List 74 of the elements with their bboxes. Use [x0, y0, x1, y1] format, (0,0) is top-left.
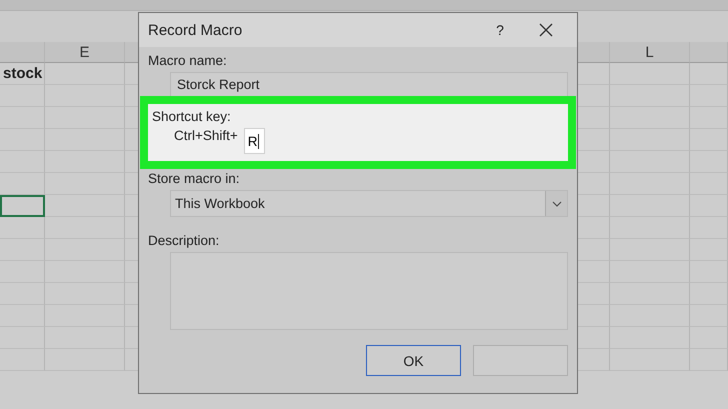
column-header[interactable] — [690, 42, 728, 63]
table-cell[interactable] — [690, 63, 728, 85]
shortcut-prefix: Ctrl+Shift+ — [174, 128, 238, 143]
table-cell[interactable] — [45, 283, 125, 305]
table-cell[interactable] — [610, 305, 690, 327]
table-cell[interactable] — [45, 261, 125, 283]
selected-cell[interactable] — [0, 195, 45, 217]
table-cell[interactable] — [690, 129, 728, 151]
macro-name-field[interactable]: Storck Report — [170, 72, 568, 97]
table-cell[interactable] — [45, 85, 125, 107]
table-cell[interactable] — [0, 151, 45, 173]
table-cell[interactable] — [45, 107, 125, 129]
table-cell[interactable] — [45, 151, 125, 173]
table-cell[interactable] — [0, 129, 45, 151]
table-cell[interactable] — [610, 283, 690, 305]
table-cell[interactable] — [610, 327, 690, 349]
table-cell[interactable] — [690, 283, 728, 305]
table-cell[interactable] — [690, 151, 728, 173]
table-cell[interactable] — [690, 195, 728, 217]
table-cell[interactable] — [0, 283, 45, 305]
dialog-title: Record Macro — [148, 22, 244, 38]
table-cell[interactable] — [45, 305, 125, 327]
field-label: Shortcut key: — [152, 109, 231, 124]
table-cell[interactable] — [610, 63, 690, 85]
table-cell[interactable] — [0, 261, 45, 283]
close-icon[interactable] — [539, 23, 553, 37]
table-cell[interactable] — [0, 349, 45, 371]
table-cell[interactable] — [0, 217, 45, 239]
table-cell[interactable] — [690, 85, 728, 107]
table-cell[interactable] — [0, 173, 45, 195]
field-label: Store macro in: — [148, 171, 240, 186]
table-cell[interactable] — [45, 63, 125, 85]
table-cell[interactable] — [45, 173, 125, 195]
table-cell[interactable] — [690, 305, 728, 327]
store-macro-dropdown[interactable]: This Workbook — [170, 190, 568, 217]
table-cell[interactable] — [690, 107, 728, 129]
table-cell[interactable] — [690, 261, 728, 283]
table-cell[interactable] — [610, 239, 690, 261]
table-cell[interactable] — [0, 85, 45, 107]
table-cell[interactable] — [610, 173, 690, 195]
table-cell[interactable] — [45, 195, 125, 217]
table-cell[interactable] — [45, 129, 125, 151]
table-cell[interactable] — [0, 327, 45, 349]
table-cell[interactable] — [610, 217, 690, 239]
table-cell[interactable] — [610, 129, 690, 151]
table-cell[interactable] — [0, 107, 45, 129]
table-cell[interactable] — [45, 217, 125, 239]
help-button[interactable]: ? — [485, 22, 515, 38]
table-cell[interactable] — [690, 327, 728, 349]
table-cell[interactable] — [690, 349, 728, 371]
shortcut-key-field[interactable]: R — [244, 128, 265, 154]
table-cell[interactable] — [45, 327, 125, 349]
column-header[interactable]: L — [610, 42, 690, 63]
column-header[interactable]: E — [45, 42, 125, 63]
dialog-button[interactable] — [473, 345, 568, 376]
field-label: Macro name: — [148, 53, 227, 68]
table-cell[interactable] — [690, 217, 728, 239]
table-cell[interactable] — [690, 239, 728, 261]
ok-button[interactable]: OK — [366, 345, 461, 376]
table-cell[interactable] — [45, 239, 125, 261]
column-header[interactable] — [0, 42, 45, 63]
table-cell[interactable] — [45, 349, 125, 371]
field-label: Description: — [148, 233, 220, 248]
table-cell[interactable] — [610, 85, 690, 107]
table-cell[interactable] — [0, 305, 45, 327]
table-cell: stock — [0, 63, 45, 85]
table-cell[interactable] — [0, 239, 45, 261]
table-cell[interactable] — [610, 151, 690, 173]
chevron-down-icon — [552, 200, 562, 206]
table-cell[interactable] — [610, 261, 690, 283]
table-cell[interactable] — [690, 173, 728, 195]
table-cell[interactable] — [610, 195, 690, 217]
table-cell[interactable] — [610, 349, 690, 371]
table-cell[interactable] — [610, 107, 690, 129]
